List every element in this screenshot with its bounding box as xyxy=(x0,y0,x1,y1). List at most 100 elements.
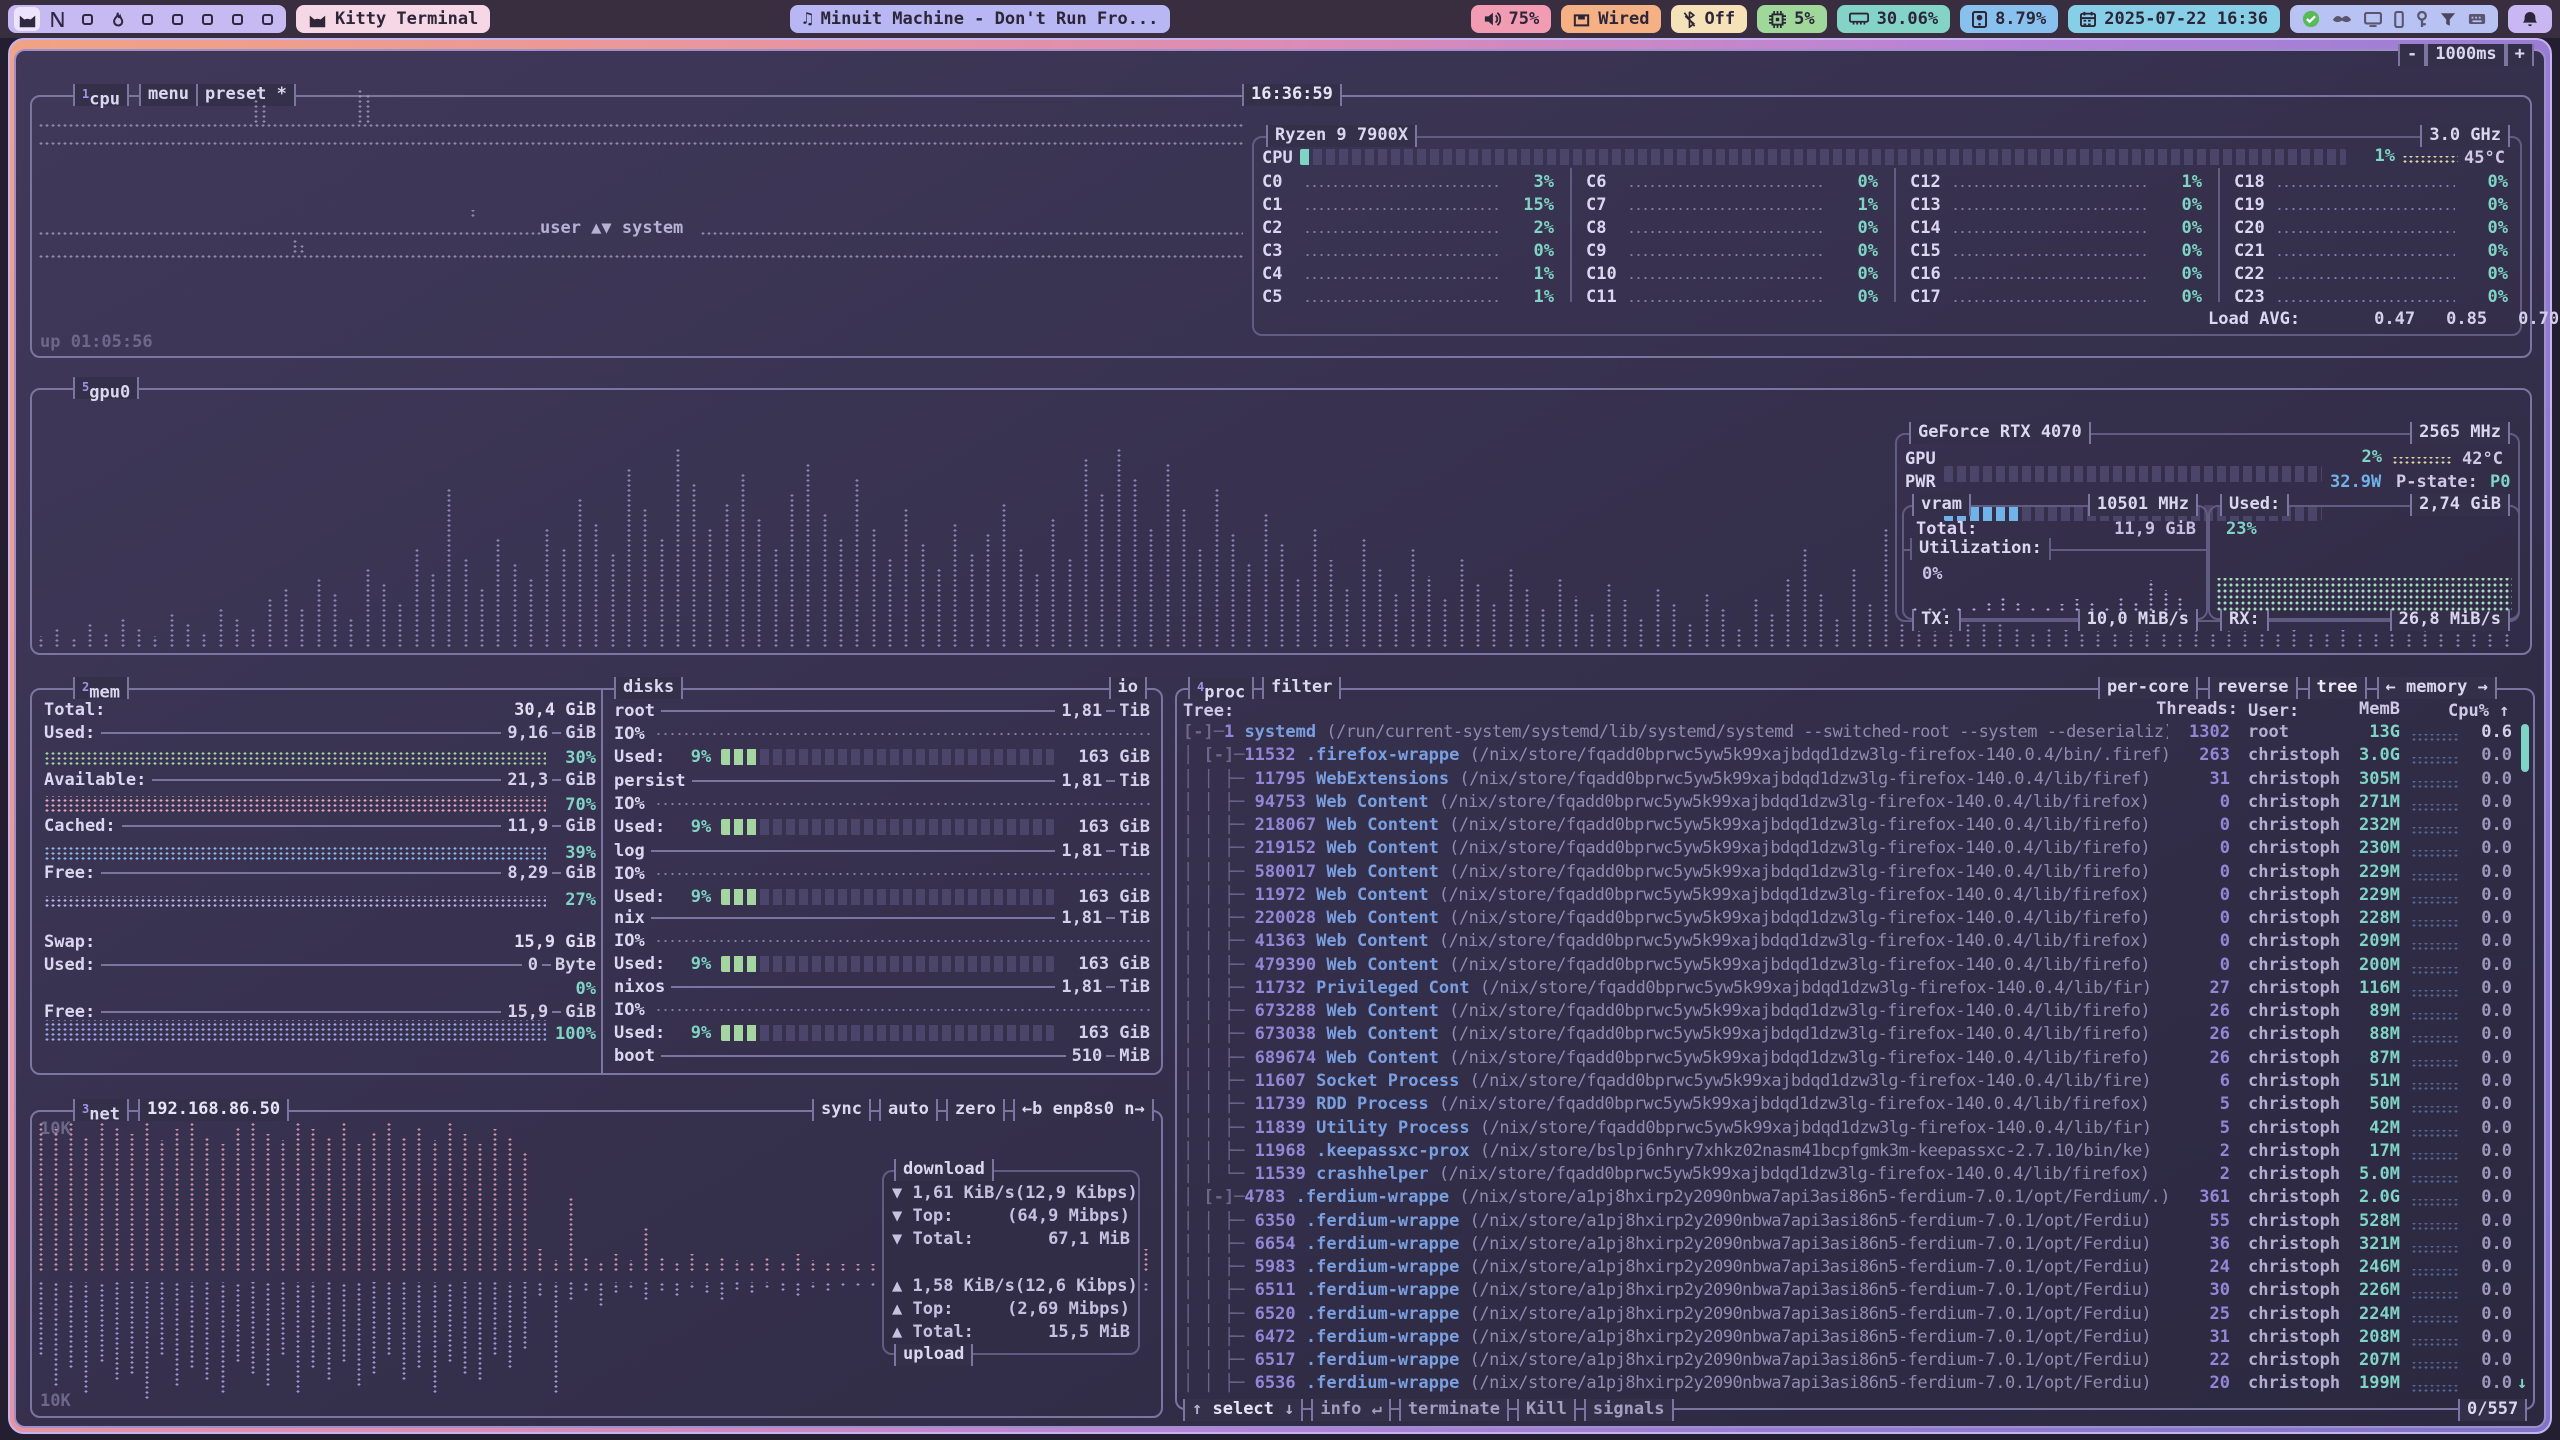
key-icon[interactable] xyxy=(2416,11,2428,28)
terminate-button[interactable]: terminate xyxy=(1399,1399,1509,1421)
process-row[interactable]: │ [-]─4783 .ferdium-wrappe (/nix/store/a… xyxy=(1183,1187,2528,1210)
status-memory[interactable]: 30.06% xyxy=(1837,5,1950,33)
proc-header-cpu[interactable]: Cpu% ↑ xyxy=(2448,699,2509,722)
interval-minus-button[interactable]: - xyxy=(2398,44,2426,66)
workspace-2[interactable] xyxy=(44,7,70,31)
preset-button[interactable]: preset * xyxy=(196,84,296,106)
cpu-graph-mode-label[interactable]: user ▲▼ system xyxy=(540,216,683,239)
mem-panel-title[interactable]: 2mem xyxy=(73,677,129,699)
mustache-icon[interactable] xyxy=(2332,14,2352,24)
process-row[interactable]: │ │ ├─ 11972 Web Content (/nix/store/fqa… xyxy=(1183,885,2528,908)
net-panel-title[interactable]: 3net xyxy=(73,1099,129,1121)
core-percent: 0% xyxy=(2458,193,2508,216)
net-control-benp8s0n[interactable]: ←b enp8s0 n→ xyxy=(1013,1099,1154,1121)
process-row[interactable]: │ │ ├─ 11607 Socket Process (/nix/store/… xyxy=(1183,1071,2528,1094)
process-row[interactable]: │ │ └─ 11539 crashhelper (/nix/store/fqa… xyxy=(1183,1164,2528,1187)
workspace-4[interactable] xyxy=(104,7,130,31)
proc-header-user[interactable]: User: xyxy=(2248,699,2299,722)
system-tray xyxy=(2290,5,2498,33)
process-row[interactable]: │ │ ├─ 580017 Web Content (/nix/store/fq… xyxy=(1183,862,2528,885)
net-control-sync[interactable]: sync xyxy=(812,1099,871,1121)
square-icon xyxy=(232,14,243,25)
workspace-7[interactable] xyxy=(194,7,220,31)
proc-control-reverse[interactable]: reverse xyxy=(2208,677,2298,699)
process-row[interactable]: │ │ ├─ 6536 .ferdium-wrappe (/nix/store/… xyxy=(1183,1373,2528,1396)
process-row[interactable]: │ │ ├─ 689674 Web Content (/nix/store/fq… xyxy=(1183,1048,2528,1071)
process-row[interactable]: │ │ ├─ 673288 Web Content (/nix/store/fq… xyxy=(1183,1001,2528,1024)
cpu-panel-title[interactable]: 1cpu xyxy=(73,84,129,106)
workspace-5[interactable] xyxy=(134,7,160,31)
net-control-auto[interactable]: auto xyxy=(879,1099,938,1121)
phone-icon[interactable] xyxy=(2394,11,2404,28)
workspace-8[interactable] xyxy=(224,7,250,31)
disks-io-toggle[interactable]: io xyxy=(1109,677,1147,699)
process-row[interactable]: │ │ ├─ 41363 Web Content (/nix/store/fqa… xyxy=(1183,931,2528,954)
net-control-zero[interactable]: zero xyxy=(946,1099,1005,1121)
workspace-3[interactable] xyxy=(74,7,100,31)
process-row[interactable]: │ │ ├─ 6472 .ferdium-wrappe (/nix/store/… xyxy=(1183,1327,2528,1350)
proc-control-per-core[interactable]: per-core xyxy=(2098,677,2198,699)
gpu-panel-title[interactable]: 5gpu0 xyxy=(73,377,139,399)
info-button[interactable]: info ↵ xyxy=(1311,1399,1390,1421)
funnel-icon[interactable] xyxy=(2440,12,2456,27)
keyboard-icon[interactable] xyxy=(2468,13,2486,25)
media-player-pill[interactable]: ♫ Minuit Machine - Don't Run Fro... xyxy=(790,5,1170,33)
flame-icon xyxy=(110,11,125,28)
kill-button[interactable]: Kill xyxy=(1517,1399,1576,1421)
process-row[interactable]: │ │ ├─ 11795 WebExtensions (/nix/store/f… xyxy=(1183,769,2528,792)
process-row[interactable]: │ │ ├─ 479390 Web Content (/nix/store/fq… xyxy=(1183,955,2528,978)
vram-frequency: 10501 MHz xyxy=(2088,494,2198,516)
process-row[interactable]: │ │ ├─ 5983 .ferdium-wrappe (/nix/store/… xyxy=(1183,1257,2528,1280)
process-row[interactable]: [-]─1 systemd (/run/current-system/syste… xyxy=(1183,722,2528,745)
mem-percent: 0% xyxy=(540,977,596,1000)
window-title-pill[interactable]: Kitty Terminal xyxy=(296,5,490,33)
select-buttons[interactable]: ↑ select ↓ xyxy=(1183,1399,1303,1421)
notification-bell[interactable] xyxy=(2508,5,2552,33)
process-row[interactable]: │ │ ├─ 11968 .keepassxc-prox (/nix/store… xyxy=(1183,1141,2528,1164)
process-row[interactable]: │ │ ├─ 673038 Web Content (/nix/store/fq… xyxy=(1183,1024,2528,1047)
proc-sort-memory[interactable]: ← memory → xyxy=(2377,677,2497,699)
status-cpu[interactable]: 5% xyxy=(1757,5,1826,33)
process-row[interactable]: │ │ ├─ 6654 .ferdium-wrappe (/nix/store/… xyxy=(1183,1234,2528,1257)
core-percent: 0% xyxy=(2152,285,2202,308)
proc-panel-title[interactable]: 4proc xyxy=(1188,677,1254,699)
workspace-1[interactable] xyxy=(14,7,40,31)
desktop: Kitty Terminal ♫ Minuit Machine - Don't … xyxy=(0,0,2560,1440)
process-row[interactable]: │ │ ├─ 220028 Web Content (/nix/store/fq… xyxy=(1183,908,2528,931)
process-row[interactable]: │ │ ├─ 11739 RDD Process (/nix/store/fqa… xyxy=(1183,1094,2528,1117)
process-row[interactable]: │ │ ├─ 6520 .ferdium-wrappe (/nix/store/… xyxy=(1183,1304,2528,1327)
process-row[interactable]: │ │ ├─ 6350 .ferdium-wrappe (/nix/store/… xyxy=(1183,1211,2528,1234)
workspace-9[interactable] xyxy=(254,7,280,31)
check-circle-icon[interactable] xyxy=(2302,10,2320,28)
proc-scrollbar[interactable] xyxy=(2521,724,2529,772)
process-row[interactable]: │ │ ├─ 6517 .ferdium-wrappe (/nix/store/… xyxy=(1183,1350,2528,1373)
disks-title[interactable]: disks xyxy=(614,677,683,699)
interval-plus-button[interactable]: + xyxy=(2506,44,2534,66)
status-bluetooth[interactable]: Off xyxy=(1671,5,1747,33)
filter-button[interactable]: filter xyxy=(1262,677,1341,699)
process-row[interactable]: │ [-]─11532 .firefox-wrappe (/nix/store/… xyxy=(1183,745,2528,768)
process-row[interactable]: │ │ ├─ 218067 Web Content (/nix/store/fq… xyxy=(1183,815,2528,838)
menu-button[interactable]: menu xyxy=(139,84,198,106)
proc-header-mem[interactable]: MemB xyxy=(2336,699,2400,722)
proc-control-tree[interactable]: tree xyxy=(2308,677,2367,699)
proc-header-threads[interactable]: Threads: xyxy=(2120,699,2238,722)
process-row[interactable]: │ │ ├─ 219152 Web Content (/nix/store/fq… xyxy=(1183,838,2528,861)
nix-icon xyxy=(49,11,65,28)
process-row[interactable]: │ │ ├─ 94753 Web Content (/nix/store/fqa… xyxy=(1183,792,2528,815)
process-row[interactable]: │ │ ├─ 11839 Utility Process (/nix/store… xyxy=(1183,1118,2528,1141)
status-network[interactable]: Wired xyxy=(1561,5,1661,33)
status-volume[interactable]: 75% xyxy=(1471,5,1552,33)
status-clock[interactable]: 2025-07-22 16:36 xyxy=(2068,5,2280,33)
signals-button[interactable]: signals xyxy=(1584,1399,1674,1421)
vram-total-label: Total: xyxy=(1916,519,1977,539)
interval-value: 1000ms xyxy=(2426,44,2505,66)
proc-selection-count: 0/557 xyxy=(2458,1399,2527,1421)
status-cpu-value: 5% xyxy=(1794,9,1814,29)
square-icon xyxy=(82,14,93,25)
status-disk[interactable]: 8.79% xyxy=(1960,5,2058,33)
workspace-6[interactable] xyxy=(164,7,190,31)
process-row[interactable]: │ │ ├─ 11732 Privileged Cont (/nix/store… xyxy=(1183,978,2528,1001)
monitor-icon[interactable] xyxy=(2364,12,2382,27)
process-row[interactable]: │ │ ├─ 6511 .ferdium-wrappe (/nix/store/… xyxy=(1183,1280,2528,1303)
